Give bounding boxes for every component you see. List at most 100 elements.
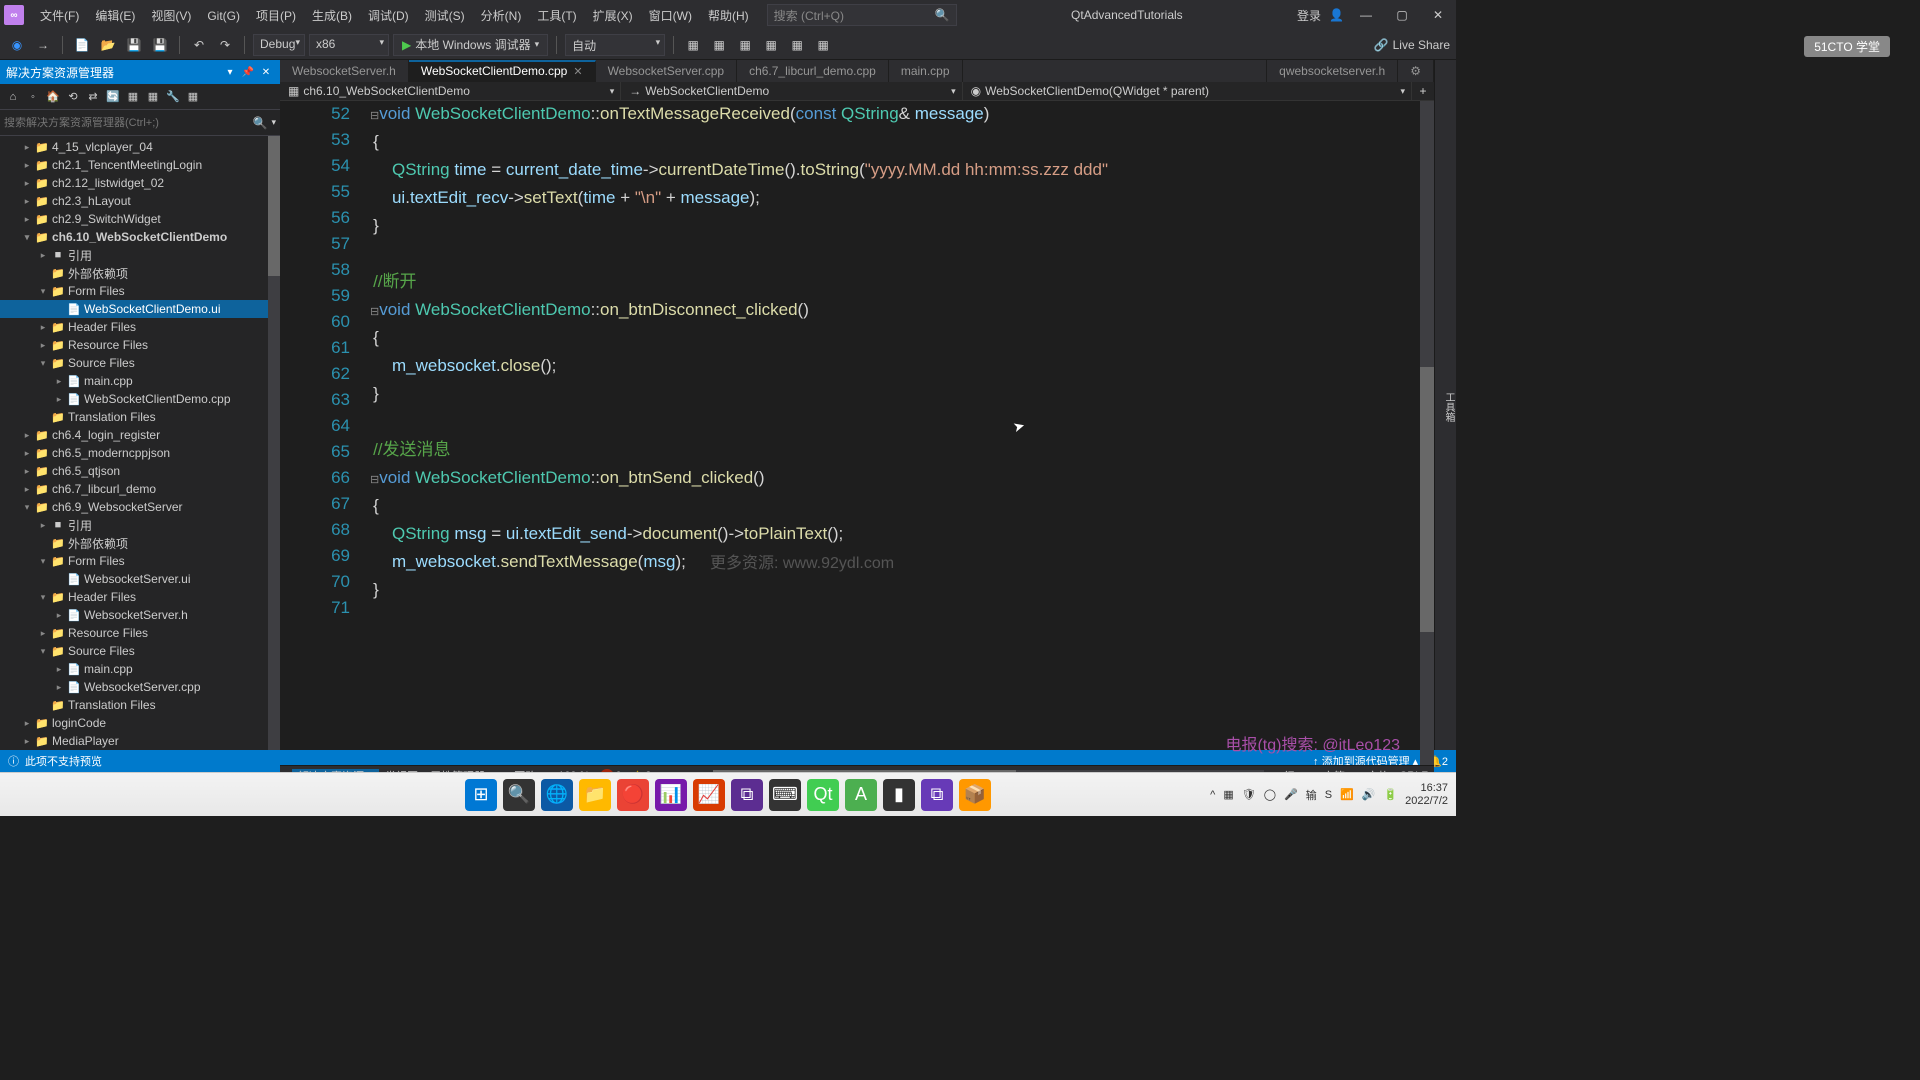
refresh-icon[interactable]: 🔄 — [104, 88, 122, 106]
tree-item[interactable]: ▸📁ch2.12_listwidget_02 — [0, 174, 280, 192]
menu-项目(P)[interactable]: 项目(P) — [248, 5, 304, 27]
editor-vscroll[interactable] — [1420, 101, 1434, 765]
tray-icon-4[interactable]: 🎤 — [1284, 788, 1298, 801]
tree-item[interactable]: ▸📄WebSocketClientDemo.cpp — [0, 390, 280, 408]
tree-item[interactable]: ▸📁ch6.5_moderncppjson — [0, 444, 280, 462]
taskbar-app[interactable]: 🔴 — [617, 779, 649, 811]
tree-item[interactable]: ▸📄WebsocketServer.cpp — [0, 678, 280, 696]
nav-plus-icon[interactable]: + — [1412, 84, 1434, 98]
tree-item[interactable]: ▸📄main.cpp — [0, 372, 280, 390]
tree-item[interactable]: ▾📁ch6.9_WebsocketServer — [0, 498, 280, 516]
nav-back-icon[interactable]: ◉ — [6, 34, 28, 56]
taskbar-app[interactable]: ⌨ — [769, 779, 801, 811]
tree-item[interactable]: ▸📁ch2.1_TencentMeetingLogin — [0, 156, 280, 174]
taskbar-app[interactable]: A — [845, 779, 877, 811]
start-debug-button[interactable]: ▶本地 Windows 调试器▾ — [393, 34, 548, 56]
tray-clock[interactable]: 16:372022/7/2 — [1405, 782, 1448, 808]
tray-battery-icon[interactable]: 🔋 — [1383, 788, 1397, 801]
taskbar-app[interactable]: ⧉ — [731, 779, 763, 811]
tray-icon-6[interactable]: S — [1325, 789, 1332, 801]
menu-编辑(E)[interactable]: 编辑(E) — [87, 5, 143, 27]
tree-item[interactable]: ▾📁Form Files — [0, 552, 280, 570]
editor-tab[interactable]: qwebsocketserver.h — [1267, 60, 1398, 82]
tree-item[interactable]: ▸■引用 — [0, 246, 280, 264]
open-icon[interactable]: 📂 — [97, 34, 119, 56]
tree-item[interactable]: ▸📄WebsocketServer.h — [0, 606, 280, 624]
taskbar-app[interactable]: 📈 — [693, 779, 725, 811]
taskbar-app[interactable]: ⧉ — [921, 779, 953, 811]
tb-icon-4[interactable]: ▦ — [760, 34, 782, 56]
tray-icon-3[interactable]: ◯ — [1264, 788, 1276, 801]
tb-g-icon[interactable]: ▦ — [184, 88, 202, 106]
tree-item[interactable]: 📁Translation Files — [0, 696, 280, 714]
scope-combo[interactable]: ▦ch6.10_WebSocketClientDemo — [280, 82, 621, 100]
class-combo[interactable]: →WebSocketClientDemo — [621, 82, 962, 100]
save-all-icon[interactable]: 💾 — [149, 34, 171, 56]
menu-窗口(W)[interactable]: 窗口(W) — [641, 5, 700, 27]
tab-gear-icon[interactable]: ⚙ — [1398, 60, 1434, 82]
nav-fwd-icon[interactable]: → — [32, 34, 54, 56]
menu-扩展(X)[interactable]: 扩展(X) — [585, 5, 641, 27]
tree-item[interactable]: ▾📁Header Files — [0, 588, 280, 606]
taskbar-app[interactable]: ▮ — [883, 779, 915, 811]
user-icon[interactable]: 👤 — [1329, 8, 1344, 22]
global-search[interactable]: 搜索 (Ctrl+Q) 🔍 — [767, 4, 957, 26]
member-combo[interactable]: ◉WebSocketClientDemo(QWidget * parent) — [963, 82, 1412, 100]
tree-item[interactable]: ▸📁MediaPlayer — [0, 732, 280, 750]
tb-icon-3[interactable]: ▦ — [734, 34, 756, 56]
tree-item[interactable]: 📄WebsocketServer.ui — [0, 570, 280, 588]
tb-a-icon[interactable]: ◦ — [24, 88, 42, 106]
tree-item[interactable]: ▸📁loginCode — [0, 714, 280, 732]
code-body[interactable]: ⊟void WebSocketClientDemo::onTextMessage… — [370, 101, 1420, 765]
tree-scrollbar[interactable] — [268, 136, 280, 750]
menu-文件(F)[interactable]: 文件(F) — [32, 5, 87, 27]
tab-close-icon[interactable]: ✕ — [573, 65, 582, 78]
tray-icon-2[interactable]: 🛡 — [1242, 788, 1256, 801]
tree-item[interactable]: ▸📁Header Files — [0, 318, 280, 336]
code-editor[interactable]: 5253545556575859606162636465666768697071… — [280, 101, 1434, 765]
tree-item[interactable]: ▸📁ch6.7_libcurl_demo — [0, 480, 280, 498]
taskbar-app[interactable]: 🔍 — [503, 779, 535, 811]
panel-close-icon[interactable]: ✕ — [258, 64, 274, 80]
editor-tab[interactable]: main.cpp — [889, 60, 963, 82]
menu-帮助(H)[interactable]: 帮助(H) — [700, 5, 757, 27]
new-icon[interactable]: 📄 — [71, 34, 93, 56]
login-link[interactable]: 登录 — [1297, 7, 1321, 24]
config-combo[interactable]: Debug — [253, 34, 305, 56]
tree-item[interactable]: ▸📁ch6.5_qtjson — [0, 462, 280, 480]
tb-icon-6[interactable]: ▦ — [812, 34, 834, 56]
tb-c-icon[interactable]: ⟲ — [64, 88, 82, 106]
tree-item[interactable]: ▾📁ch6.10_WebSocketClientDemo — [0, 228, 280, 246]
taskbar-app[interactable]: 📁 — [579, 779, 611, 811]
tree-item[interactable]: 📁外部依赖项 — [0, 264, 280, 282]
system-tray[interactable]: ^ ▦ 🛡 ◯ 🎤 输 S 📶 🔊 🔋 16:372022/7/2 — [1210, 782, 1448, 808]
maximize-button[interactable]: ▢ — [1388, 1, 1416, 29]
tree-item[interactable]: ▾📁Source Files — [0, 354, 280, 372]
tb-f-icon[interactable]: ▦ — [144, 88, 162, 106]
undo-icon[interactable]: ↶ — [188, 34, 210, 56]
editor-tab[interactable]: WebSocketClientDemo.cpp✕ — [409, 60, 596, 82]
tray-volume-icon[interactable]: 🔊 — [1362, 788, 1376, 801]
menu-视图(V)[interactable]: 视图(V) — [143, 5, 199, 27]
tb-d-icon[interactable]: ⇄ — [84, 88, 102, 106]
wrench-icon[interactable]: 🔧 — [164, 88, 182, 106]
tree-item[interactable]: 📁Translation Files — [0, 408, 280, 426]
menu-调试(D)[interactable]: 调试(D) — [360, 5, 417, 27]
tray-wifi-icon[interactable]: 📶 — [1340, 788, 1354, 801]
panel-dropdown-icon[interactable]: ▾ — [222, 64, 238, 80]
tree-item[interactable]: ▸📁Resource Files — [0, 624, 280, 642]
tree-item[interactable]: ▸📁Resource Files — [0, 336, 280, 354]
tree-item[interactable]: ▸📁ch2.9_SwitchWidget — [0, 210, 280, 228]
menu-测试(S)[interactable]: 测试(S) — [417, 5, 473, 27]
solution-tree[interactable]: ▸📁4_15_vlcplayer_04▸📁ch2.1_TencentMeetin… — [0, 136, 280, 750]
tray-chevron-icon[interactable]: ^ — [1210, 789, 1215, 801]
tree-item[interactable]: ▾📁Form Files — [0, 282, 280, 300]
tree-item[interactable]: ▸📁ch2.3_hLayout — [0, 192, 280, 210]
tree-item[interactable]: ▸■引用 — [0, 516, 280, 534]
tree-item[interactable]: 📄WebSocketClientDemo.ui — [0, 300, 280, 318]
tray-icon-5[interactable]: 输 — [1306, 787, 1317, 803]
redo-icon[interactable]: ↷ — [214, 34, 236, 56]
tree-item[interactable]: ▸📁ch6.4_login_register — [0, 426, 280, 444]
panel-search-input[interactable] — [4, 117, 253, 129]
taskbar-app[interactable]: Qt — [807, 779, 839, 811]
